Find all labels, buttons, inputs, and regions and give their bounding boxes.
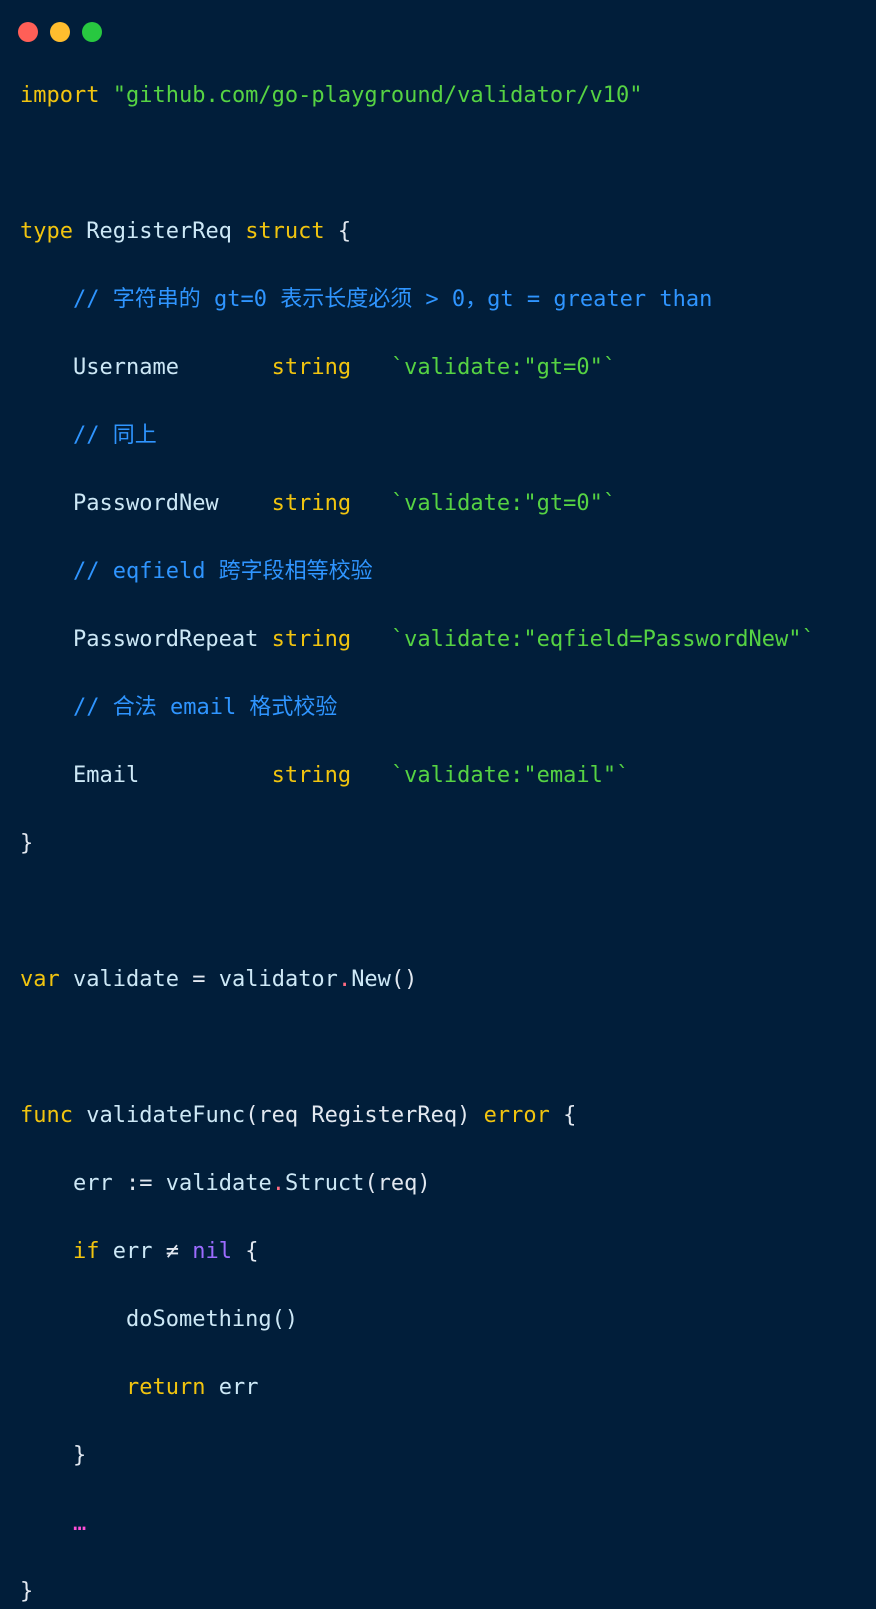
err-decl-line: err := validate.Struct(req) bbox=[20, 1167, 815, 1201]
struct-keyword: struct bbox=[245, 219, 325, 244]
close-brace: } bbox=[20, 1579, 34, 1604]
open-brace: { bbox=[337, 219, 352, 244]
field-type: string bbox=[271, 627, 352, 652]
func-name: validateFunc bbox=[86, 1103, 246, 1128]
struct-name: RegisterReq bbox=[86, 219, 232, 244]
struct-args: (req) bbox=[364, 1171, 431, 1196]
return-keyword: return bbox=[125, 1375, 206, 1400]
open-brace: { bbox=[563, 1103, 577, 1128]
code-block: import "github.com/go-playground/validat… bbox=[20, 79, 815, 1609]
struct-close-line: } bbox=[20, 827, 815, 861]
field-email: Email bbox=[72, 763, 140, 788]
field-tag: `validate:"gt=0"` bbox=[390, 355, 617, 380]
validate-object: validate bbox=[165, 1171, 272, 1196]
field-tag: `validate:"email"` bbox=[390, 763, 630, 788]
import-path: "github.com/go-playground/validator/v10" bbox=[112, 83, 643, 108]
assign-operator: = bbox=[192, 967, 206, 992]
comment-password-repeat: // eqfield 跨字段相等校验 bbox=[72, 559, 373, 584]
dot-operator: . bbox=[337, 967, 352, 992]
field-line: PasswordRepeat string `validate:"eqfield… bbox=[20, 623, 815, 657]
if-line: if err ≠ nil { bbox=[20, 1235, 815, 1269]
field-comment: // 同上 bbox=[20, 419, 815, 453]
field-type: string bbox=[271, 763, 352, 788]
not-equal-operator: ≠ bbox=[165, 1239, 179, 1264]
do-something-call: doSomething() bbox=[125, 1307, 299, 1332]
import-keyword: import bbox=[20, 83, 100, 108]
field-password-new: PasswordNew bbox=[72, 491, 219, 516]
maximize-button[interactable] bbox=[82, 22, 102, 42]
new-call: New bbox=[351, 967, 391, 992]
comment-username: // 字符串的 gt=0 表示长度必须 > 0，gt = greater tha… bbox=[72, 287, 713, 312]
close-brace: } bbox=[20, 831, 34, 856]
field-line: Email string `validate:"email"` bbox=[20, 759, 815, 793]
ellipsis: … bbox=[72, 1511, 87, 1536]
type-keyword: type bbox=[20, 219, 73, 244]
field-comment: // 合法 email 格式校验 bbox=[20, 691, 815, 725]
return-line: return err bbox=[20, 1371, 815, 1405]
func-keyword: func bbox=[20, 1103, 73, 1128]
minimize-button[interactable] bbox=[50, 22, 70, 42]
func-line: func validateFunc(req RegisterReq) error… bbox=[20, 1099, 815, 1133]
ellipsis-line: … bbox=[20, 1507, 815, 1541]
import-line: import "github.com/go-playground/validat… bbox=[20, 79, 815, 113]
var-name: validate bbox=[73, 967, 179, 992]
field-line: Username string `validate:"gt=0"` bbox=[20, 351, 815, 385]
type-line: type RegisterReq struct { bbox=[20, 215, 815, 249]
package-name: validator bbox=[218, 967, 338, 992]
comment-password-new: // 同上 bbox=[72, 423, 157, 448]
close-brace: } bbox=[72, 1443, 87, 1468]
field-line: PasswordNew string `validate:"gt=0"` bbox=[20, 487, 815, 521]
call-parens: () bbox=[390, 967, 418, 992]
field-comment: // 字符串的 gt=0 表示长度必须 > 0，gt = greater tha… bbox=[20, 283, 815, 317]
dot-operator: . bbox=[271, 1171, 285, 1196]
field-username: Username bbox=[72, 355, 179, 380]
field-password-repeat: PasswordRepeat bbox=[72, 627, 259, 652]
err-variable: err bbox=[72, 1171, 113, 1196]
struct-call: Struct bbox=[284, 1171, 365, 1196]
func-return-type: error bbox=[483, 1103, 550, 1128]
err-variable: err bbox=[112, 1239, 153, 1264]
func-params: (req RegisterReq) bbox=[245, 1103, 471, 1128]
return-value: err bbox=[218, 1375, 259, 1400]
nil-keyword: nil bbox=[192, 1239, 232, 1264]
code-window: import "github.com/go-playground/validat… bbox=[0, 0, 876, 1604]
field-tag: `validate:"gt=0"` bbox=[390, 491, 617, 516]
window-controls bbox=[18, 22, 102, 42]
call-line: doSomething() bbox=[20, 1303, 815, 1337]
close-button[interactable] bbox=[18, 22, 38, 42]
field-type: string bbox=[271, 491, 352, 516]
if-close-line: } bbox=[20, 1439, 815, 1473]
comment-email: // 合法 email 格式校验 bbox=[72, 695, 338, 720]
short-assign-operator: := bbox=[125, 1171, 153, 1196]
open-brace: { bbox=[245, 1239, 259, 1264]
var-line: var validate = validator.New() bbox=[20, 963, 815, 997]
field-type: string bbox=[271, 355, 352, 380]
field-comment: // eqfield 跨字段相等校验 bbox=[20, 555, 815, 589]
var-keyword: var bbox=[20, 967, 60, 992]
if-keyword: if bbox=[72, 1239, 100, 1264]
func-close-line: } bbox=[20, 1575, 815, 1609]
field-tag: `validate:"eqfield=PasswordNew"` bbox=[390, 627, 815, 652]
